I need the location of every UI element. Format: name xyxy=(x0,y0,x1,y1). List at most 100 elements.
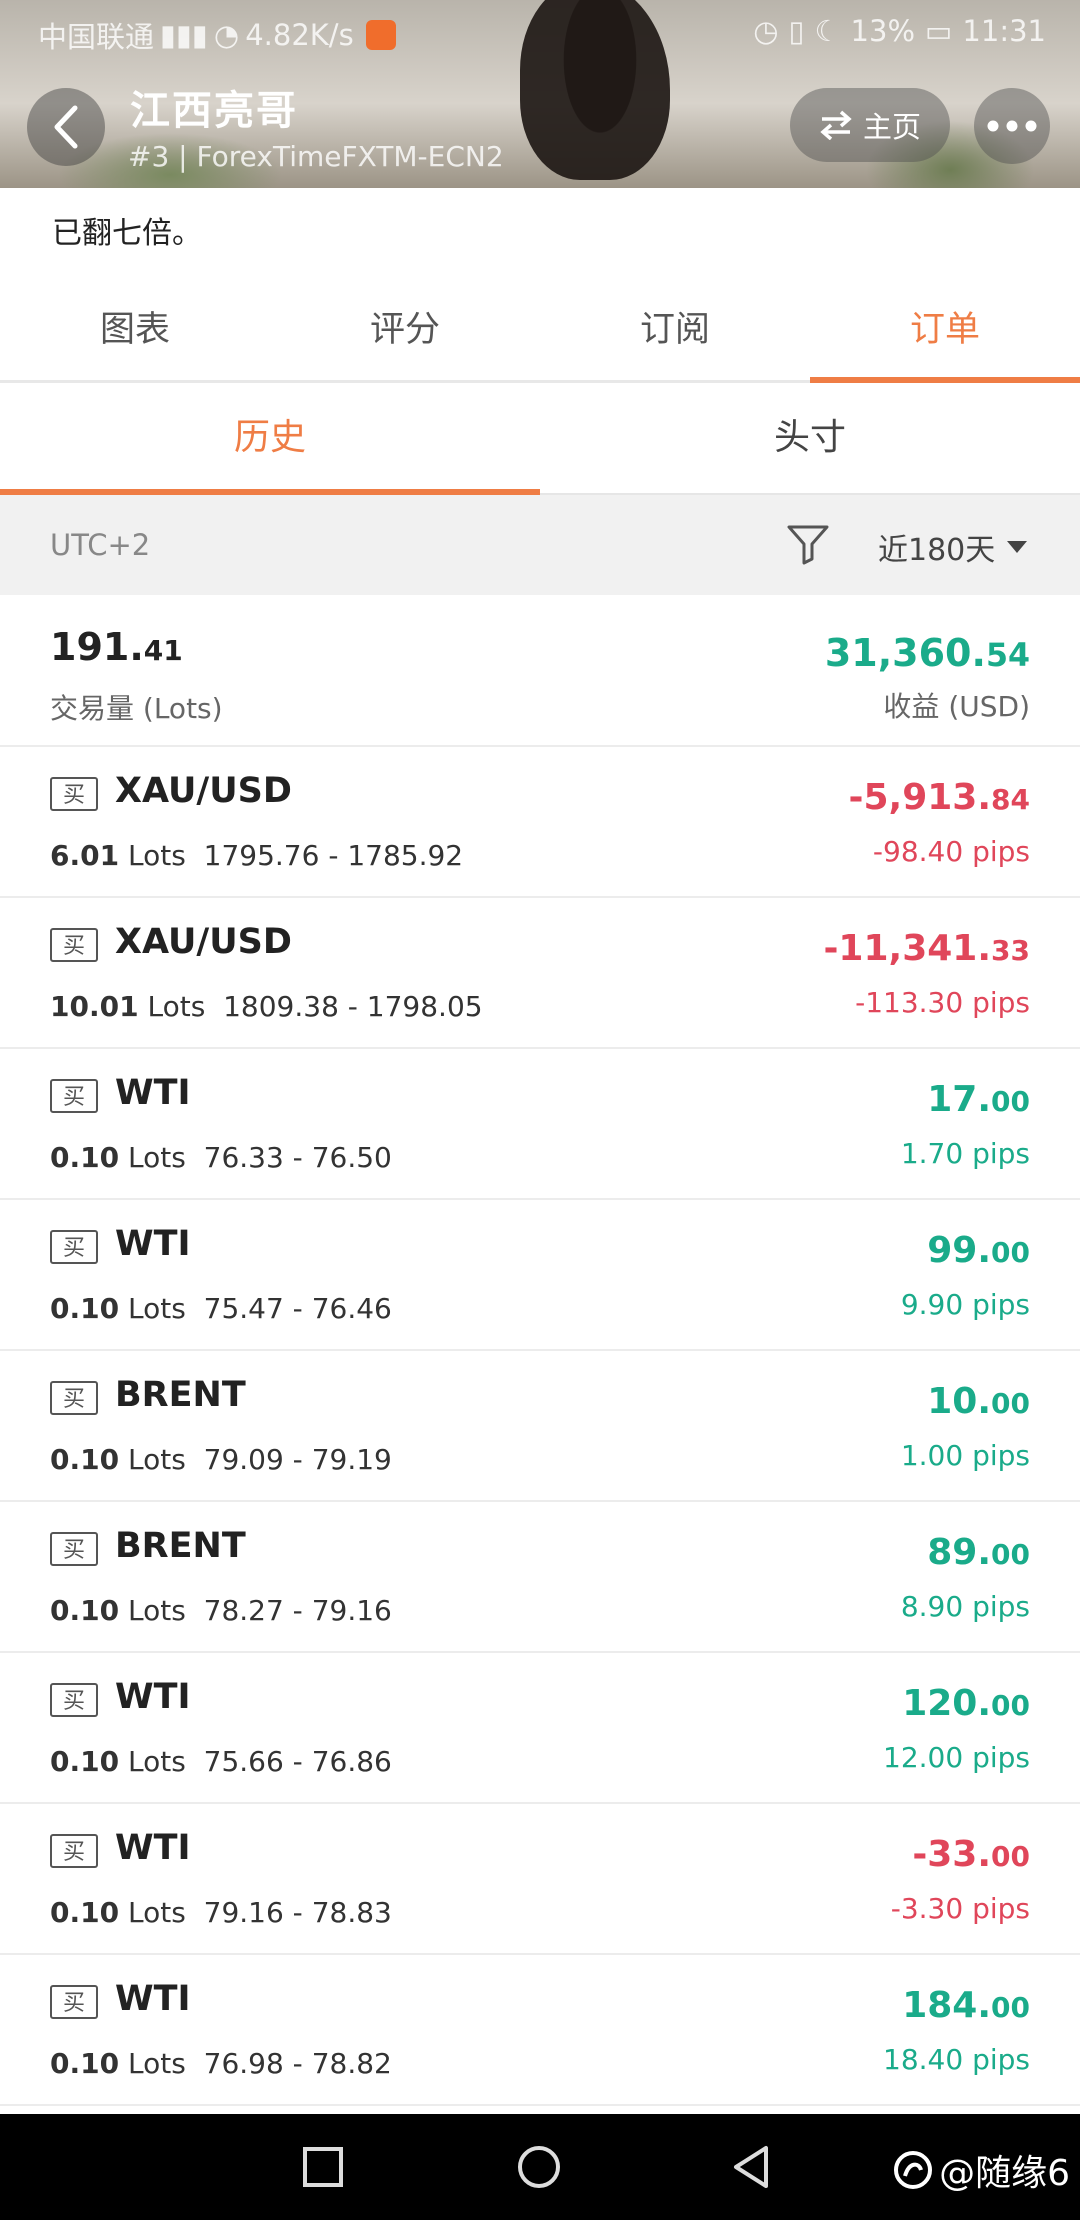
order-detail: 0.10 Lots 76.33 - 76.50 xyxy=(50,1141,392,1174)
order-profit: -33.00 xyxy=(912,1834,1030,1875)
order-row[interactable]: 买 WTI 0.10 Lots 76.33 - 76.50 17.00 1.70… xyxy=(0,1049,1080,1200)
side-badge: 买 xyxy=(50,1985,98,2019)
order-row[interactable]: 买 WTI 0.10 Lots 75.47 - 76.46 99.00 9.90… xyxy=(0,1200,1080,1351)
tab-positions[interactable]: 头寸 xyxy=(540,383,1080,493)
order-prices: 75.66 - 76.86 xyxy=(203,1745,392,1778)
order-lots-unit: Lots xyxy=(128,1896,186,1929)
order-pips: 12.00 pips xyxy=(883,1741,1030,1774)
order-profit-dec: 00 xyxy=(991,1085,1030,1118)
battery-percent: 13% xyxy=(850,14,916,48)
back-button[interactable] xyxy=(27,88,105,166)
summary-row: 191.41 交易量 (Lots) 31,360.54 收益 (USD) xyxy=(0,595,1080,747)
order-symbol: XAU/USD xyxy=(115,771,292,811)
order-pips: 8.90 pips xyxy=(900,1590,1030,1623)
order-row[interactable]: 买 WTI 0.10 Lots 75.66 - 76.86 120.00 12.… xyxy=(0,1653,1080,1804)
profile-header: 中国联通 ▮▮▮ ◔ 4.82K/s ◷ ▯ ☾ 13% ▭ 11:31 江西亮… xyxy=(0,0,1080,188)
recent-apps-button[interactable] xyxy=(300,2144,346,2190)
system-nav-bar: @随缘6 xyxy=(0,2114,1080,2220)
side-badge: 买 xyxy=(50,1381,98,1415)
order-pips: -113.30 pips xyxy=(855,986,1030,1019)
sub-tab-bar: 历史 头寸 xyxy=(0,383,1080,495)
triangle-icon xyxy=(734,2146,768,2188)
back-nav-button[interactable] xyxy=(730,2144,776,2190)
tab-history[interactable]: 历史 xyxy=(0,383,540,495)
order-pips: 1.00 pips xyxy=(900,1439,1030,1472)
order-profit-int: -5,913. xyxy=(848,777,992,818)
order-prices: 78.27 - 79.16 xyxy=(203,1594,392,1627)
range-label: 近180天 xyxy=(878,533,996,568)
carrier-label: 中国联通 xyxy=(38,20,155,54)
trader-subtitle: #3 | ForexTimeFXTM-ECN2 xyxy=(128,140,504,173)
order-lots: 0.10 xyxy=(50,1443,120,1476)
order-lots-unit: Lots xyxy=(147,990,206,1023)
order-lots: 0.10 xyxy=(50,1141,120,1174)
status-bar: 中国联通 ▮▮▮ ◔ 4.82K/s ◷ ▯ ☾ 13% ▭ 11:31 xyxy=(0,0,1080,64)
watermark-text: @随缘6 xyxy=(939,2153,1070,2194)
filter-button[interactable] xyxy=(786,523,830,569)
order-symbol: WTI xyxy=(115,1677,191,1717)
order-symbol: BRENT xyxy=(115,1375,246,1415)
tab-subscribe[interactable]: 订阅 xyxy=(540,290,810,380)
side-badge: 买 xyxy=(50,777,98,811)
order-pips: 9.90 pips xyxy=(900,1288,1030,1321)
tab-orders[interactable]: 订单 xyxy=(810,290,1080,383)
order-pips: 18.40 pips xyxy=(883,2043,1030,2076)
order-detail: 10.01 Lots 1809.38 - 1798.05 xyxy=(50,990,483,1023)
order-prices: 1795.76 - 1785.92 xyxy=(203,839,464,872)
range-dropdown[interactable]: 近180天 xyxy=(878,525,1028,569)
order-profit-dec: 00 xyxy=(991,1991,1030,2024)
order-row[interactable]: 买 XAU/USD 6.01 Lots 1795.76 - 1785.92 -5… xyxy=(0,747,1080,898)
order-symbol: WTI xyxy=(115,1828,191,1868)
app-screen: 中国联通 ▮▮▮ ◔ 4.82K/s ◷ ▯ ☾ 13% ▭ 11:31 江西亮… xyxy=(0,0,1080,2220)
filter-icon xyxy=(787,525,829,565)
profit-dec: 54 xyxy=(985,638,1030,674)
signal-icon: ▮▮▮ xyxy=(160,18,208,52)
watermark: @随缘6 xyxy=(893,2144,1070,2196)
vibrate-icon: ▯ xyxy=(788,14,805,48)
more-button[interactable] xyxy=(974,88,1050,164)
chevron-left-icon xyxy=(54,105,78,149)
caret-down-icon xyxy=(1007,541,1028,553)
order-lots: 10.01 xyxy=(50,990,139,1023)
weibo-logo-icon xyxy=(894,2151,933,2189)
order-list: 买 XAU/USD 6.01 Lots 1795.76 - 1785.92 -5… xyxy=(0,747,1080,2106)
order-profit-int: 99. xyxy=(927,1230,992,1271)
total-profit: 31,360.54 xyxy=(825,631,1030,675)
trader-name: 江西亮哥 xyxy=(130,88,298,134)
order-profit-dec: 84 xyxy=(991,783,1030,816)
order-lots-unit: Lots xyxy=(128,1594,186,1627)
volume-dec: 41 xyxy=(143,634,183,667)
order-profit-dec: 00 xyxy=(991,1840,1030,1873)
order-profit-int: 17. xyxy=(927,1079,992,1120)
home-label: 主页 xyxy=(862,110,921,144)
order-pips: -98.40 pips xyxy=(872,835,1030,868)
square-icon xyxy=(303,2147,343,2187)
swap-icon xyxy=(820,110,852,140)
order-row[interactable]: 买 XAU/USD 10.01 Lots 1809.38 - 1798.05 -… xyxy=(0,898,1080,1049)
profile-description: 已翻七倍。 xyxy=(52,216,202,251)
order-prices: 76.98 - 78.82 xyxy=(203,2047,392,2080)
order-prices: 76.33 - 76.50 xyxy=(203,1141,392,1174)
order-row[interactable]: 买 WTI 0.10 Lots 79.16 - 78.83 -33.00 -3.… xyxy=(0,1804,1080,1955)
order-detail: 6.01 Lots 1795.76 - 1785.92 xyxy=(50,839,463,872)
order-row[interactable]: 买 WTI 0.10 Lots 76.98 - 78.82 184.00 18.… xyxy=(0,1955,1080,2106)
order-profit-int: 184. xyxy=(902,1985,992,2026)
volume-int: 191. xyxy=(50,625,144,669)
battery-icon: ▭ xyxy=(925,14,953,48)
order-detail: 0.10 Lots 79.16 - 78.83 xyxy=(50,1896,392,1929)
order-symbol: WTI xyxy=(115,1224,191,1264)
order-profit: -5,913.84 xyxy=(849,777,1030,818)
order-profit: 99.00 xyxy=(927,1230,1030,1271)
wifi-icon: ◔ xyxy=(213,18,240,52)
tab-rating[interactable]: 评分 xyxy=(270,290,540,380)
order-detail: 0.10 Lots 75.47 - 76.46 xyxy=(50,1292,392,1325)
order-profit-int: -33. xyxy=(912,1834,992,1875)
home-button[interactable]: 主页 xyxy=(790,88,950,162)
order-row[interactable]: 买 BRENT 0.10 Lots 78.27 - 79.16 89.00 8.… xyxy=(0,1502,1080,1653)
side-badge: 买 xyxy=(50,928,98,962)
order-row[interactable]: 买 BRENT 0.10 Lots 79.09 - 79.19 10.00 1.… xyxy=(0,1351,1080,1502)
order-lots-unit: Lots xyxy=(128,1141,186,1174)
tab-chart[interactable]: 图表 xyxy=(0,290,270,380)
home-nav-button[interactable] xyxy=(516,2144,562,2190)
filter-bar: UTC+2 近180天 xyxy=(0,495,1080,595)
